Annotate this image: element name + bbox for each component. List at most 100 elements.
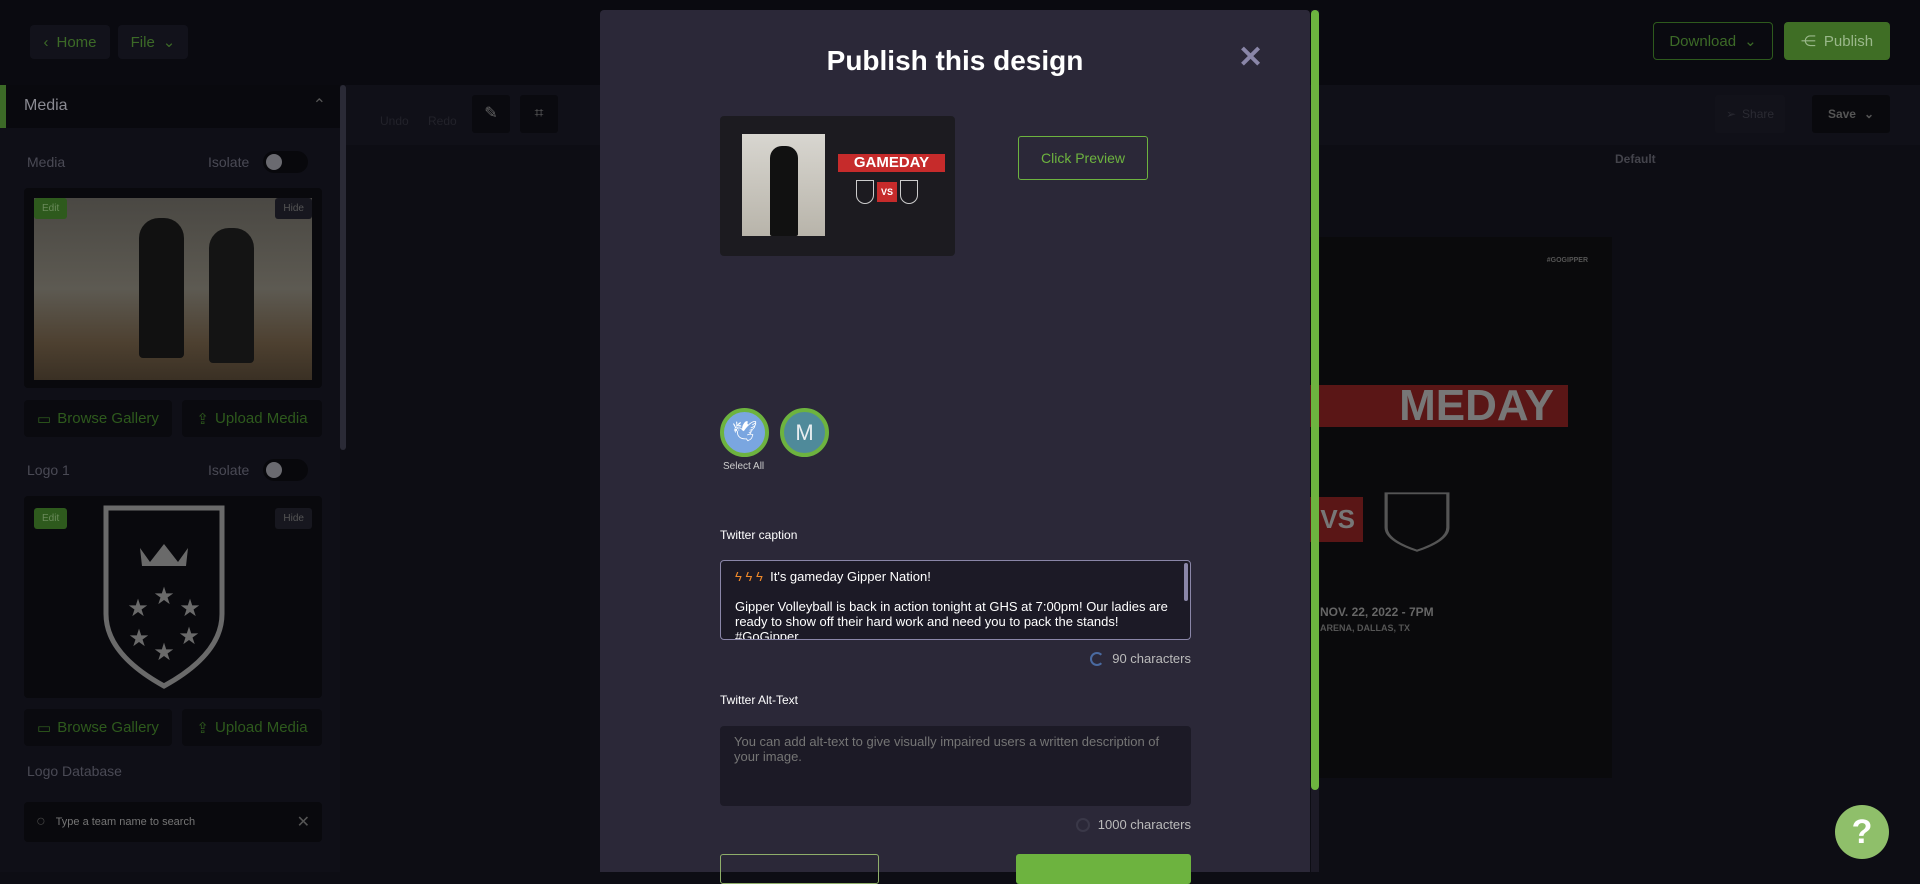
svg-text:★: ★ bbox=[128, 625, 150, 652]
eyedropper-icon: ✎ bbox=[484, 105, 498, 122]
alt-count-text: 1000 characters bbox=[1097, 817, 1191, 832]
account-m-toggle[interactable]: M bbox=[780, 408, 829, 457]
chevron-left-icon: ‹ bbox=[43, 33, 49, 51]
shield-logo-icon bbox=[900, 180, 918, 204]
search-icon: ○ bbox=[36, 813, 46, 830]
logo1-isolate-toggle[interactable] bbox=[263, 459, 308, 481]
question-icon: ? bbox=[1851, 813, 1873, 851]
team-search[interactable]: ○ ✕ bbox=[24, 802, 322, 842]
logo1-label: Logo 1 bbox=[27, 462, 70, 478]
player-figure bbox=[770, 146, 798, 236]
media-image bbox=[34, 198, 312, 380]
svg-text:★: ★ bbox=[179, 595, 201, 622]
edit-button[interactable]: Edit bbox=[34, 508, 68, 529]
progress-ring-icon bbox=[1075, 817, 1090, 832]
download-button[interactable]: Download ⌄ bbox=[1653, 22, 1773, 60]
alt-text-label: Twitter Alt-Text bbox=[720, 693, 799, 707]
player-figure bbox=[209, 228, 254, 363]
upload-media-button[interactable]: ⇪ Upload Media bbox=[182, 709, 322, 746]
crop-button[interactable]: ⌗ bbox=[520, 95, 558, 133]
alt-text-textarea[interactable] bbox=[720, 726, 1191, 806]
upload-label: Upload Media bbox=[215, 719, 308, 736]
upload-media-button[interactable]: ⇪ Upload Media bbox=[182, 400, 322, 437]
hashtag-text: #GOGIPPER bbox=[1546, 257, 1588, 264]
svg-text:★: ★ bbox=[127, 595, 149, 622]
select-all-button[interactable]: Select All bbox=[723, 461, 764, 472]
alt-count: 1000 characters bbox=[900, 817, 1191, 832]
browse-gallery-button[interactable]: ▭ Browse Gallery bbox=[24, 400, 172, 437]
publish-button[interactable]: ⋲ Publish bbox=[1784, 22, 1890, 60]
caption-line1: It's gameday Gipper Nation! bbox=[770, 569, 931, 584]
file-menu-button[interactable]: File ⌄ bbox=[118, 25, 188, 59]
caption-label: Twitter caption bbox=[720, 528, 798, 542]
edit-button[interactable]: Edit bbox=[34, 198, 68, 219]
browse-gallery-button[interactable]: ▭ Browse Gallery bbox=[24, 709, 172, 746]
isolate-label: Isolate bbox=[208, 154, 250, 170]
caption-scrollbar[interactable] bbox=[1184, 563, 1188, 601]
send-icon: ➢ bbox=[1725, 107, 1737, 121]
hide-button[interactable]: Hide bbox=[275, 508, 312, 529]
upload-icon: ⇪ bbox=[196, 410, 209, 428]
progress-ring-icon bbox=[1090, 651, 1105, 666]
media-section-header[interactable]: Media ⌃ bbox=[0, 85, 340, 128]
download-label: Download bbox=[1669, 32, 1737, 50]
media-isolate-toggle[interactable] bbox=[263, 151, 308, 173]
design-thumbnail: GAMEDAY VS bbox=[720, 116, 955, 256]
clear-icon[interactable]: ✕ bbox=[297, 812, 310, 832]
help-button[interactable]: ? bbox=[1835, 805, 1889, 859]
lightning-emoji-icon: ϟ ϟ ϟ bbox=[735, 569, 763, 584]
chevron-up-icon: ⌃ bbox=[312, 97, 326, 114]
close-icon[interactable]: ✕ bbox=[1238, 40, 1263, 75]
twitter-account-toggle[interactable]: 🕊 bbox=[720, 408, 769, 457]
gallery-icon: ▭ bbox=[37, 410, 52, 428]
venue-text: ARENA, DALLAS, TX bbox=[1320, 623, 1410, 633]
date-text: NOV. 22, 2022 - 7PM bbox=[1320, 605, 1434, 619]
eyedropper-button[interactable]: ✎ bbox=[472, 95, 510, 133]
logo-card: ★ ★ ★ ★ ★ ★ Edit Hide bbox=[24, 496, 322, 698]
gallery-icon: ▭ bbox=[37, 719, 52, 737]
media-card: Edit Hide bbox=[24, 188, 322, 388]
click-preview-button[interactable]: Click Preview bbox=[1018, 136, 1148, 180]
headline-banner: MEDAY bbox=[1300, 385, 1568, 427]
redo-button[interactable]: Redo bbox=[428, 114, 457, 128]
svg-text:★: ★ bbox=[153, 639, 175, 666]
svg-text:★: ★ bbox=[153, 583, 175, 610]
publish-now-button[interactable] bbox=[1016, 854, 1191, 884]
browse-label: Browse Gallery bbox=[57, 410, 159, 427]
publish-label: Publish bbox=[1823, 32, 1874, 50]
secondary-action-button[interactable] bbox=[720, 854, 879, 884]
file-label: File bbox=[130, 33, 155, 51]
twitter-caption-textarea[interactable]: ϟ ϟ ϟ It's gameday Gipper Nation! Gipper… bbox=[720, 560, 1191, 640]
chevron-down-icon: ⌄ bbox=[162, 34, 176, 51]
save-button[interactable]: Save ⌄ bbox=[1812, 95, 1890, 133]
upload-icon: ⇪ bbox=[196, 719, 209, 737]
media-label: Media bbox=[27, 154, 66, 170]
svg-text:★: ★ bbox=[178, 623, 200, 650]
crop-icon: ⌗ bbox=[534, 105, 544, 122]
caption-count: 90 characters bbox=[900, 651, 1191, 666]
undo-button[interactable]: Undo bbox=[380, 114, 409, 128]
modal-title: Publish this design bbox=[826, 45, 1084, 76]
team-search-input[interactable] bbox=[55, 816, 287, 828]
shield-logo-icon bbox=[856, 180, 874, 204]
thumbnail-vs: VS bbox=[877, 182, 897, 202]
shield-logo-icon: ★★ ★★ ★★ bbox=[103, 505, 225, 689]
isolate-label: Isolate bbox=[208, 462, 250, 478]
canvas-label: Default bbox=[1615, 152, 1656, 166]
chevron-down-icon: ⌄ bbox=[1863, 107, 1875, 121]
upload-label: Upload Media bbox=[215, 410, 308, 427]
share-button[interactable]: ➢ Share bbox=[1715, 95, 1785, 133]
hide-button[interactable]: Hide bbox=[275, 198, 312, 219]
section-title: Media bbox=[24, 97, 68, 114]
modal-scrollbar[interactable] bbox=[1311, 10, 1319, 790]
share-label: Share bbox=[1742, 107, 1775, 121]
design-canvas[interactable]: #GOGIPPER MEDAY VS NOV. 22, 2022 - 7PM A… bbox=[1300, 237, 1612, 778]
caption-count-text: 90 characters bbox=[1112, 651, 1191, 666]
chevron-down-icon: ⌄ bbox=[1744, 33, 1757, 50]
twitter-icon: 🕊 bbox=[731, 421, 758, 443]
home-button[interactable]: ‹ Home bbox=[30, 25, 110, 59]
save-label: Save bbox=[1827, 107, 1856, 121]
home-label: Home bbox=[56, 33, 97, 51]
share-nodes-icon: ⋲ bbox=[1800, 33, 1816, 50]
browse-label: Browse Gallery bbox=[57, 719, 159, 736]
